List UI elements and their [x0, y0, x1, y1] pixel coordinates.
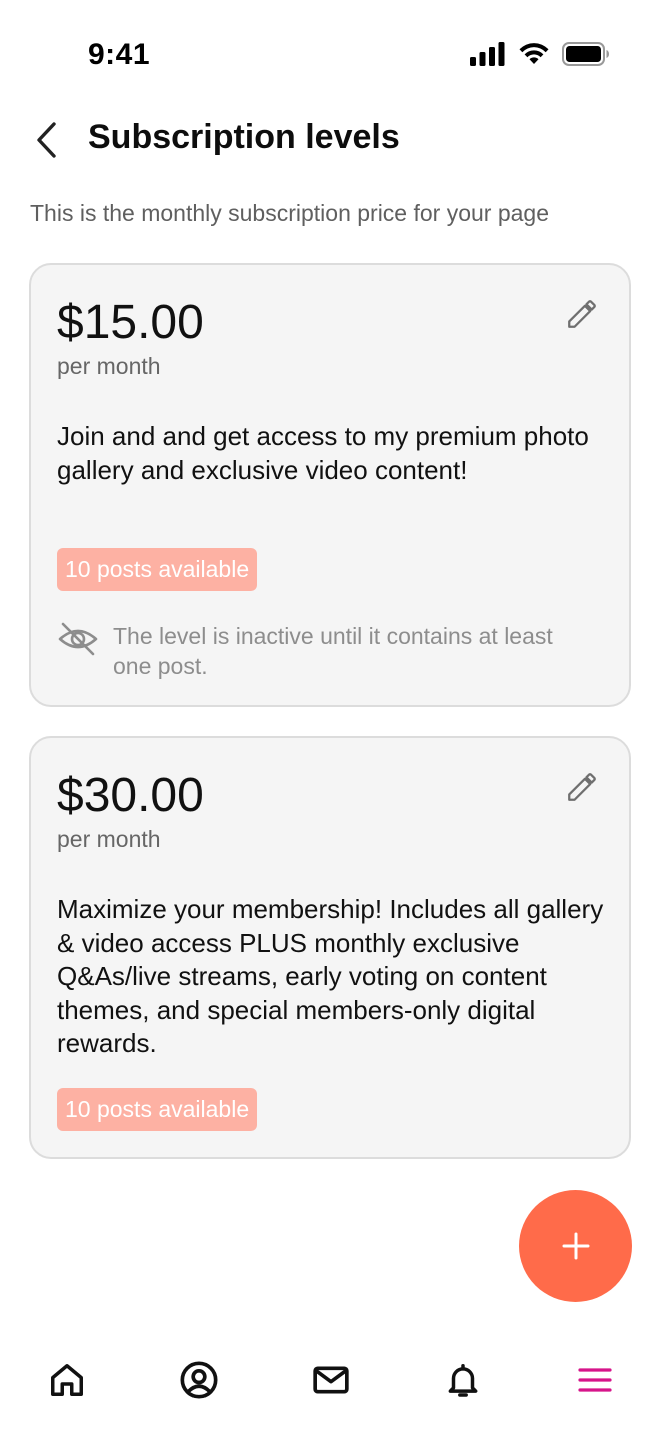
posts-available-badge: 10 posts available — [57, 1088, 258, 1131]
nav-profile[interactable] — [177, 1358, 221, 1402]
posts-available-badge: 10 posts available — [57, 548, 258, 591]
header: Subscription levels — [0, 110, 660, 170]
battery-icon — [562, 42, 609, 66]
page-subtitle: This is the monthly subscription price f… — [30, 200, 550, 226]
status-time: 9:41 — [88, 38, 151, 71]
nav-messages[interactable] — [309, 1358, 353, 1402]
subscription-level-card[interactable]: $30.00 per month Maximize your membershi… — [29, 736, 631, 1159]
status-bar: 9:41 — [0, 0, 660, 110]
edit-level-button[interactable] — [563, 768, 601, 806]
bottom-navigation — [0, 1340, 660, 1420]
cellular-signal-icon — [470, 42, 505, 66]
eye-off-icon — [58, 622, 98, 656]
chevron-left-icon — [37, 122, 56, 158]
page-title: Subscription levels — [88, 118, 400, 156]
subscription-levels-screen: 9:41 Subscription levels This is the mon… — [0, 0, 660, 1429]
edit-level-button[interactable] — [563, 295, 601, 333]
pencil-icon — [568, 300, 596, 328]
profile-icon — [180, 1361, 218, 1399]
nav-notifications[interactable] — [441, 1358, 485, 1402]
bell-icon — [448, 1364, 478, 1397]
level-period: per month — [57, 826, 161, 852]
add-level-button[interactable] — [519, 1190, 632, 1302]
subscription-level-card[interactable]: $15.00 per month Join and and get access… — [29, 263, 631, 707]
level-description: Join and and get access to my premium ph… — [57, 421, 589, 485]
plus-icon — [562, 1232, 589, 1260]
menu-icon — [578, 1368, 612, 1392]
back-button[interactable] — [26, 116, 66, 164]
level-price: $30.00 — [57, 769, 204, 822]
level-description: Maximize your membership! Includes all g… — [57, 894, 604, 1058]
pencil-icon — [568, 773, 596, 801]
nav-home[interactable] — [45, 1358, 89, 1402]
mail-icon — [313, 1366, 349, 1394]
level-period: per month — [57, 353, 161, 379]
wifi-icon — [519, 43, 549, 64]
nav-menu[interactable] — [573, 1358, 617, 1402]
inactive-note-text: The level is inactive until it contains … — [113, 623, 553, 679]
status-icons — [470, 42, 610, 66]
home-icon — [51, 1364, 83, 1396]
level-price: $15.00 — [57, 296, 204, 349]
inactive-level-note: The level is inactive until it contains … — [57, 621, 597, 681]
